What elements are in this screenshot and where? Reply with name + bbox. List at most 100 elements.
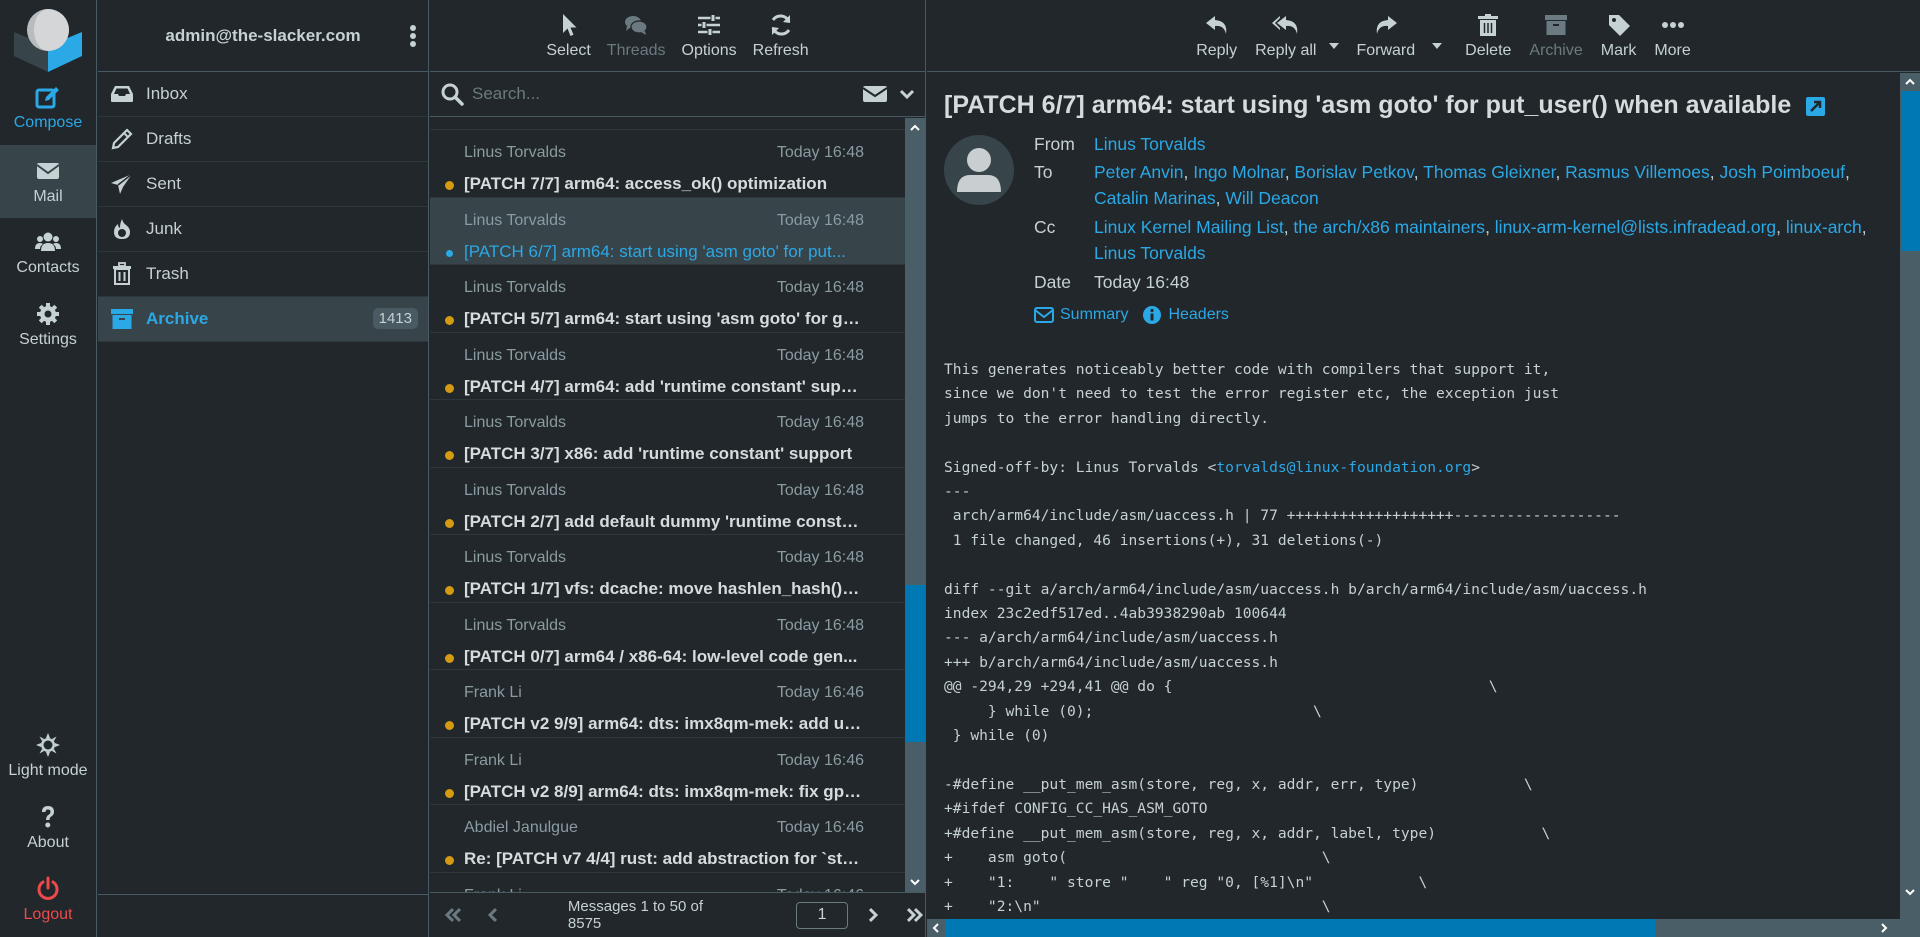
first-page-icon[interactable] (442, 904, 464, 926)
scroll-right-icon[interactable] (1878, 922, 1890, 934)
refresh-button[interactable]: Refresh (745, 13, 817, 60)
folder-inbox[interactable]: Inbox (98, 72, 428, 117)
reply-button[interactable]: Reply (1187, 13, 1246, 60)
forward-label: Forward (1356, 42, 1416, 59)
message-row[interactable]: Linus Torvalds Today 16:48 [PATCH 4/7] arm… (430, 333, 906, 400)
message-row[interactable]: Abdiel Janulgue Today 16:46 Re: [PATCH v7 … (430, 805, 906, 873)
scrollbar-thumb[interactable] (1901, 91, 1920, 251)
compose-button[interactable]: Compose (0, 84, 96, 146)
message-list-scrollbar[interactable] (905, 118, 925, 892)
archive-button[interactable]: Archive (1520, 13, 1591, 60)
settings-button[interactable]: Settings (0, 301, 96, 361)
delete-label: Delete (1465, 42, 1512, 59)
unread-dot-icon (445, 788, 454, 798)
message-row[interactable]: Linus Torvalds Today 16:48 [PATCH 3/7] x86… (430, 400, 906, 468)
last-page-icon[interactable] (904, 904, 926, 926)
headers-link[interactable]: Headers (1142, 305, 1229, 325)
recipient-link[interactable]: Thomas Gleixner (1423, 162, 1555, 182)
open-external-icon[interactable] (1806, 96, 1826, 116)
message-row[interactable]: Linus Torvalds Today 16:48 [PATCH 7/7] arm… (430, 130, 906, 198)
reply-all-button[interactable]: Reply all (1246, 13, 1340, 60)
forward-button[interactable]: Forward (1347, 13, 1443, 60)
next-page-icon[interactable] (862, 904, 884, 926)
options-label: Options (681, 42, 737, 59)
recipient-link[interactable]: Rasmus Villemoes (1565, 162, 1710, 182)
message-subject: [PATCH 7/7] arm64: access_ok() optimizat… (464, 174, 828, 193)
contacts-button[interactable]: Contacts (0, 229, 96, 289)
date-value: Today 16:48 (1094, 272, 1190, 292)
message-subject: [PATCH 1/7] vfs: dcache: move hashlen_ha… (464, 579, 862, 598)
message-row[interactable]: Frank LiToday 16:46 (430, 873, 906, 893)
logout-button[interactable]: Logout (0, 876, 96, 934)
folder-junk[interactable]: Junk (98, 207, 428, 252)
recipient-link[interactable]: linux-arch (1786, 217, 1862, 237)
message-row[interactable]: Linus Torvalds Today 16:48 [PATCH 6/7] arm… (430, 197, 906, 265)
previous-page-icon[interactable] (482, 904, 504, 926)
message-row[interactable]: Frank Li Today 16:46 [PATCH v2 9/9] arm64:… (430, 670, 906, 738)
scroll-down-icon[interactable] (1904, 886, 1916, 898)
body-line: + "2:\n" \ (944, 897, 1331, 915)
folder-sent[interactable]: Sent (98, 162, 428, 207)
threads-button[interactable]: Threads (599, 13, 674, 60)
scrollbar-thumb[interactable] (945, 919, 1655, 937)
roundcube-logo-icon[interactable] (14, 6, 82, 72)
search-icon[interactable] (440, 82, 464, 106)
scroll-up-icon[interactable] (909, 122, 921, 134)
message-date: Today 16:46 (776, 819, 864, 836)
message-row[interactable]: Linus Torvalds Today 16:48 [PATCH 2/7] add… (430, 468, 906, 535)
scroll-up-icon[interactable] (1904, 76, 1916, 88)
recipient-link[interactable]: the arch/x86 maintainers (1293, 217, 1485, 237)
message-row[interactable]: Linus Torvalds Today 16:48 [PATCH 5/7] arm… (430, 265, 906, 333)
message-row[interactable]: Linus Torvalds Today 16:48 [PATCH 0/7] arm… (430, 603, 906, 670)
recipient-link[interactable]: Josh Poimboeuf (1720, 162, 1846, 182)
sender-link[interactable]: Linus Torvalds (1094, 134, 1206, 154)
mail-label: Mail (33, 188, 63, 205)
page-number-input[interactable] (796, 901, 849, 929)
mark-button[interactable]: Mark (1592, 13, 1646, 60)
search-input[interactable] (472, 84, 863, 104)
delete-button[interactable]: Delete (1456, 13, 1520, 60)
folder-drafts[interactable]: Drafts (98, 117, 428, 162)
unread-dot-icon (445, 653, 454, 663)
envelope-filter-icon[interactable] (863, 85, 887, 103)
kebab-menu-icon[interactable] (408, 24, 418, 48)
message-list: Linus Torvalds Today 16:48 [PATCH 7/7] arm… (430, 118, 906, 892)
scroll-left-icon[interactable] (930, 922, 942, 934)
email-link[interactable]: torvalds@linux-foundation.org (1216, 459, 1471, 476)
body-line: --- a/arch/arm64/include/asm/uaccess.h (944, 629, 1278, 647)
light-mode-button[interactable]: Light mode (0, 732, 96, 790)
message-row-partial[interactable] (430, 118, 906, 130)
reply-all-dropdown-icon[interactable] (1329, 43, 1340, 49)
mail-button[interactable]: Mail (0, 145, 96, 218)
recipient-link[interactable]: Catalin Marinas (1094, 188, 1216, 208)
message-row[interactable]: Linus Torvalds Today 16:48 [PATCH 1/7] vfs… (430, 535, 906, 603)
recipient-link[interactable]: Linux Kernel Mailing List (1094, 217, 1284, 237)
scrollbar-thumb[interactable] (906, 585, 925, 742)
message-vertical-scrollbar[interactable] (1900, 73, 1920, 920)
message-horizontal-scrollbar[interactable] (927, 919, 1920, 937)
recipient-link[interactable]: Borislav Petkov (1294, 162, 1413, 182)
message-sender: Linus Torvalds (464, 144, 566, 161)
cc-recipients: Linux Kernel Mailing List, the arch/x86 … (1094, 214, 1884, 266)
folder-trash[interactable]: Trash (98, 252, 428, 297)
message-row[interactable]: Frank Li Today 16:46 [PATCH v2 8/9] arm64:… (430, 738, 906, 805)
about-button[interactable]: About (0, 804, 96, 862)
recipient-link[interactable]: Ingo Molnar (1193, 162, 1284, 182)
chevron-down-icon[interactable] (899, 88, 915, 100)
options-button[interactable]: Options (674, 13, 745, 60)
recipient-separator: , (1413, 162, 1424, 182)
scroll-down-icon[interactable] (909, 876, 921, 888)
select-button[interactable]: Select (538, 13, 598, 60)
recipient-link[interactable]: Linus Torvalds (1094, 243, 1206, 263)
folder-archive[interactable]: Archive 1413 (98, 297, 428, 342)
summary-link[interactable]: Summary (1034, 306, 1128, 324)
forward-dropdown-icon[interactable] (1432, 43, 1443, 49)
recipient-link[interactable]: linux-arm-kernel@lists.infradead.org (1495, 217, 1776, 237)
recipient-link[interactable]: Peter Anvin (1094, 162, 1184, 182)
recipient-link[interactable]: Will Deacon (1225, 188, 1318, 208)
more-button[interactable]: More (1645, 13, 1699, 60)
recipient-separator: , (1215, 188, 1226, 208)
message-date: Today 16:48 (776, 616, 864, 634)
archive-icon (1545, 15, 1568, 35)
reply-all-icon (1271, 16, 1298, 34)
